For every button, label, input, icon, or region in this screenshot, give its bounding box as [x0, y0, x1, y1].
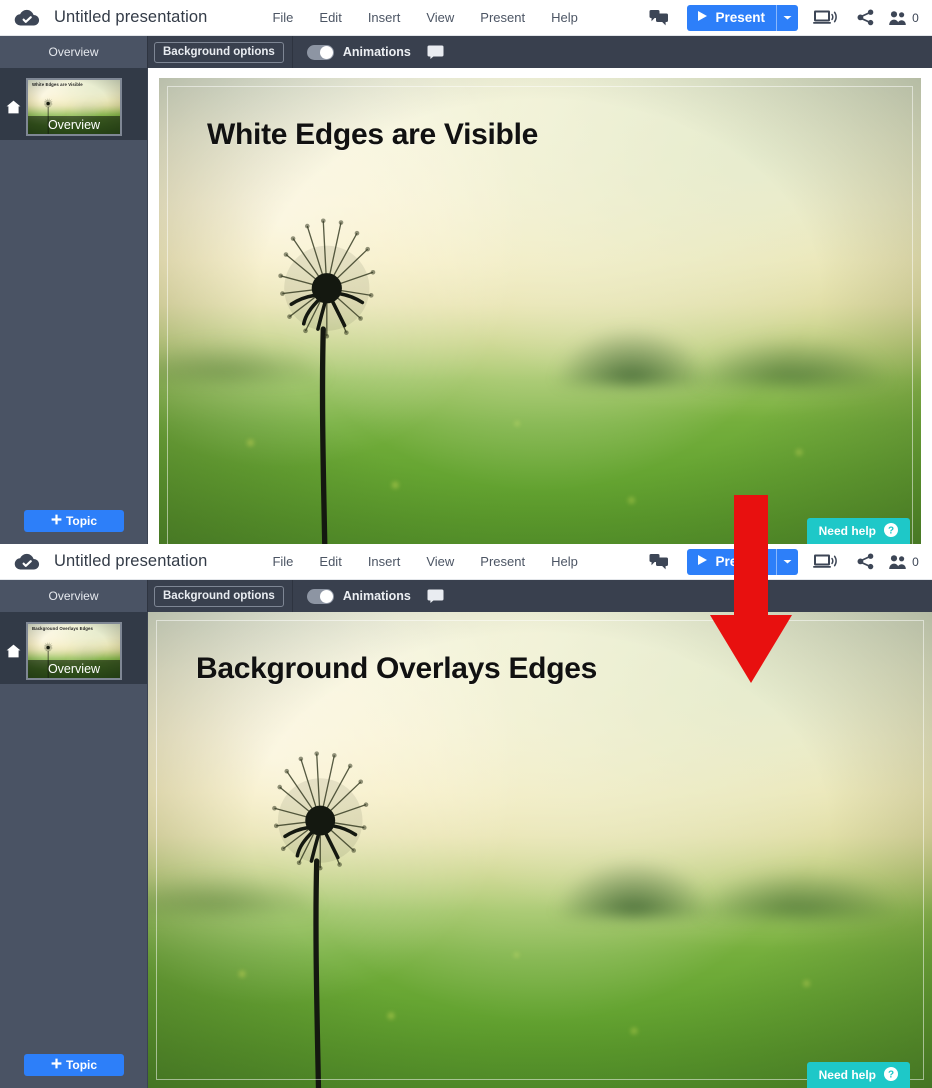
menu-bar: File Edit Insert View Present Help	[259, 10, 590, 25]
menu-item-file[interactable]: File	[259, 10, 306, 25]
add-topic-button[interactable]: Topic	[24, 1054, 124, 1076]
background-options-button[interactable]: Background options	[154, 41, 284, 63]
animations-toggle[interactable]	[306, 44, 334, 60]
animations-group: Animations	[306, 44, 411, 60]
comment-icon[interactable]	[427, 589, 444, 603]
menu-item-view[interactable]: View	[413, 10, 467, 25]
animations-label: Animations	[342, 45, 411, 59]
slide-surface[interactable]: Background Overlays Edges	[148, 612, 932, 1088]
share-icon[interactable]	[846, 547, 886, 577]
need-help-button[interactable]: Need help ?	[806, 1062, 910, 1088]
svg-text:?: ?	[888, 1069, 894, 1080]
cast-screen-icon[interactable]	[806, 3, 846, 33]
add-topic-label: Topic	[65, 514, 98, 528]
collaborator-count: 0	[912, 554, 919, 569]
play-triangle-icon	[697, 10, 708, 25]
collaborator-count: 0	[912, 10, 919, 25]
app-header: Untitled presentation File Edit Insert V…	[0, 544, 932, 580]
slides-sidebar: Background Overlays Edges Overview Topic	[0, 612, 148, 1088]
menu-item-edit[interactable]: Edit	[306, 554, 354, 569]
slide-thumbnail[interactable]: White Edges are Visible Overview	[26, 78, 122, 136]
slide-toolbar: Overview Background options Animations	[0, 580, 932, 612]
add-topic-button[interactable]: Topic	[24, 510, 124, 532]
dandelion-illustration	[272, 751, 369, 1088]
menu-bar: File Edit Insert View Present Help	[259, 554, 590, 569]
slide-toolbar: Overview Background options Animations	[0, 36, 932, 68]
share-icon[interactable]	[846, 3, 886, 33]
thumbnail-title: White Edges are Visible	[32, 82, 83, 87]
editor-body: White Edges are Visible Overview Topic W…	[0, 68, 932, 544]
menu-item-present[interactable]: Present	[467, 554, 538, 569]
chat-bubbles-icon[interactable]	[639, 3, 679, 33]
plus-icon	[51, 514, 62, 528]
present-button-main[interactable]: Present	[687, 5, 776, 31]
thumbnail-label: Overview	[28, 660, 120, 678]
animations-group: Animations	[306, 588, 411, 604]
menu-item-present[interactable]: Present	[467, 10, 538, 25]
add-topic-label: Topic	[65, 1058, 98, 1072]
menu-item-insert[interactable]: Insert	[355, 554, 414, 569]
present-button-label: Present	[715, 10, 765, 25]
tab-overview[interactable]: Overview	[0, 36, 148, 68]
toolbar-divider	[291, 36, 293, 68]
menu-item-help[interactable]: Help	[538, 10, 591, 25]
presentation-title[interactable]: Untitled presentation	[54, 552, 207, 571]
animations-toggle[interactable]	[306, 588, 334, 604]
app-header: Untitled presentation File Edit Insert V…	[0, 0, 932, 36]
slide-heading[interactable]: White Edges are Visible	[207, 118, 538, 152]
chevron-down-icon[interactable]	[776, 548, 798, 575]
chat-bubbles-icon[interactable]	[639, 547, 679, 577]
present-button[interactable]: Present	[687, 548, 798, 575]
app-header-actions: Present 0	[639, 3, 932, 33]
cast-screen-icon[interactable]	[806, 547, 846, 577]
menu-item-help[interactable]: Help	[538, 554, 591, 569]
need-help-button[interactable]: Need help ?	[806, 518, 910, 544]
home-icon[interactable]	[0, 100, 26, 114]
thumbnail-label: Overview	[28, 116, 120, 134]
menu-item-view[interactable]: View	[413, 554, 467, 569]
background-options-button[interactable]: Background options	[154, 585, 284, 607]
animations-label: Animations	[342, 589, 411, 603]
present-button-main[interactable]: Present	[687, 549, 776, 575]
toolbar-divider	[291, 580, 293, 612]
editor-panel-background-overlays: Untitled presentation File Edit Insert V…	[0, 544, 932, 1088]
editor-panel-white-edges: Untitled presentation File Edit Insert V…	[0, 0, 932, 544]
need-help-label: Need help	[818, 524, 876, 538]
thumbnail-title: Background Overlays Edges	[32, 626, 94, 631]
menu-item-edit[interactable]: Edit	[306, 10, 354, 25]
svg-text:?: ?	[888, 525, 894, 536]
question-circle-icon: ?	[884, 522, 898, 540]
home-icon[interactable]	[0, 644, 26, 658]
collaborators-icon[interactable]: 0	[886, 3, 922, 33]
need-help-label: Need help	[818, 1068, 876, 1082]
question-circle-icon: ?	[884, 1066, 898, 1084]
collaborators-icon[interactable]: 0	[886, 547, 922, 577]
editor-body: Background Overlays Edges Overview Topic	[0, 612, 932, 1088]
panel-divider	[0, 544, 932, 548]
dandelion-illustration	[278, 218, 376, 544]
comment-icon[interactable]	[427, 45, 444, 59]
chevron-down-icon[interactable]	[776, 4, 798, 31]
slide-canvas[interactable]: Background Overlays Edges Need help ?	[148, 612, 932, 1088]
app-header-actions: Present 0	[639, 547, 932, 577]
presentation-title[interactable]: Untitled presentation	[54, 8, 207, 27]
present-button-label: Present	[715, 554, 765, 569]
play-triangle-icon	[697, 554, 708, 569]
slide-thumbnail-row: White Edges are Visible Overview	[0, 68, 147, 140]
slide-heading[interactable]: Background Overlays Edges	[196, 652, 597, 686]
tab-overview[interactable]: Overview	[0, 580, 148, 612]
menu-item-insert[interactable]: Insert	[355, 10, 414, 25]
menu-item-file[interactable]: File	[259, 554, 306, 569]
present-button[interactable]: Present	[687, 4, 798, 31]
slide-thumbnail-row: Background Overlays Edges Overview	[0, 612, 147, 684]
cloud-check-icon[interactable]	[14, 8, 40, 28]
plus-icon	[51, 1058, 62, 1072]
slide-thumbnail[interactable]: Background Overlays Edges Overview	[26, 622, 122, 680]
slides-sidebar: White Edges are Visible Overview Topic	[0, 68, 148, 544]
slide-canvas[interactable]: White Edges are Visible Need help ?	[148, 68, 932, 544]
cloud-check-icon[interactable]	[14, 552, 40, 572]
slide-surface[interactable]: White Edges are Visible	[159, 78, 921, 544]
